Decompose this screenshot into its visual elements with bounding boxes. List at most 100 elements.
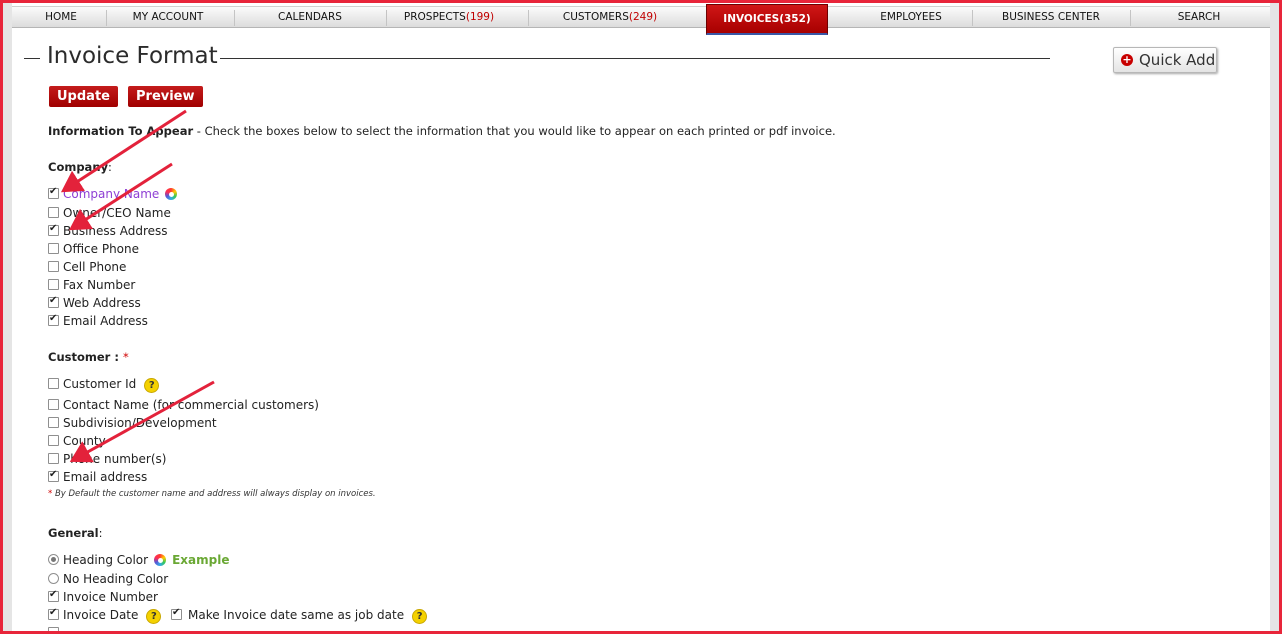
color-wheel-icon[interactable] <box>165 188 178 200</box>
page-title: Invoice Format <box>47 43 218 69</box>
nav-my-account[interactable]: MY ACCOUNT <box>133 7 204 27</box>
checkbox-label: Phone number(s) <box>63 452 167 466</box>
nav-invoices[interactable]: INVOICES(352) <box>706 4 828 35</box>
email-address-checkbox[interactable] <box>48 313 59 326</box>
nav-count-badge: (199) <box>465 11 495 23</box>
nav-label: CUSTOMERS <box>562 11 629 23</box>
nav-label: MY ACCOUNT <box>132 11 204 23</box>
nav-label: BUSINESS CENTER <box>1002 11 1100 23</box>
company-section-title: Company: <box>48 160 112 174</box>
page: HOME MY ACCOUNT CALENDARS PROSPECTS(199)… <box>12 0 1270 634</box>
checkbox-label: Owner/CEO Name <box>63 206 171 220</box>
invoice-date-checkbox[interactable] <box>48 607 59 620</box>
required-asterisk: * <box>122 350 129 364</box>
nav-label: SEARCH <box>1177 11 1221 23</box>
nav-label: PROSPECTS <box>403 11 466 23</box>
web-address-checkbox[interactable] <box>48 295 59 308</box>
company-name-label: Company Name <box>63 187 160 201</box>
nav-label: CALENDARS <box>278 11 342 23</box>
nav-search[interactable]: SEARCH <box>1178 7 1220 27</box>
radio-label: Heading Color Example <box>63 552 229 568</box>
heading-color-radio[interactable] <box>48 554 59 565</box>
main-nav: HOME MY ACCOUNT CALENDARS PROSPECTS(199)… <box>12 4 1270 35</box>
nav-separator <box>1130 10 1131 26</box>
customer-footnote: * By Default the customer name and addre… <box>48 489 376 499</box>
no-heading-color-radio[interactable] <box>48 573 59 584</box>
nav-separator <box>972 10 973 26</box>
invoice-date-label: Invoice Date <box>63 608 139 622</box>
owner-ceo-checkbox[interactable] <box>48 207 59 218</box>
checkbox-label: Subdivision/Development <box>63 416 217 430</box>
invoice-number-checkbox[interactable] <box>48 589 59 602</box>
fax-number-checkbox[interactable] <box>48 279 59 290</box>
help-icon[interactable]: ? <box>412 609 428 624</box>
radio-label: No Heading Color <box>63 572 169 586</box>
nav-separator <box>386 10 387 26</box>
section-title-text: Customer : <box>48 350 119 364</box>
nav-count-badge: (352) <box>779 13 811 25</box>
cell-phone-checkbox[interactable] <box>48 261 59 272</box>
section-title-colon: : <box>98 526 103 540</box>
title-rule-left <box>24 58 40 59</box>
subdivision-checkbox[interactable] <box>48 417 59 428</box>
checkbox-label: Invoice Number <box>63 590 158 604</box>
help-icon[interactable]: ? <box>144 378 160 393</box>
nav-prospects[interactable]: PROSPECTS(199) <box>404 7 494 27</box>
nav-label: EMPLOYEES <box>880 11 942 23</box>
same-as-job-date-checkbox[interactable] <box>171 607 182 620</box>
nav-home[interactable]: HOME <box>45 7 77 27</box>
section-title-colon: : <box>108 160 112 174</box>
customer-id-label: Customer Id <box>63 377 137 391</box>
checkbox-label: Invoice Date? <box>63 607 162 624</box>
preview-button[interactable]: Preview <box>128 86 203 107</box>
quick-add-button[interactable]: + Quick Add <box>1113 47 1217 73</box>
general-section-title: General: <box>48 526 102 540</box>
info-text: - Check the boxes below to select the in… <box>193 124 836 138</box>
nav-employees[interactable]: EMPLOYEES <box>880 7 942 27</box>
partial-checkbox[interactable] <box>48 627 59 634</box>
nav-business-center[interactable]: BUSINESS CENTER <box>1002 7 1100 27</box>
nav-separator <box>234 10 235 26</box>
nav-customers[interactable]: CUSTOMERS(249) <box>563 7 657 27</box>
company-name-checkbox[interactable] <box>48 186 59 199</box>
checkbox-label: Make Invoice date same as job date? <box>188 607 428 624</box>
help-icon[interactable]: ? <box>146 609 162 624</box>
customer-id-checkbox[interactable] <box>48 378 59 389</box>
section-title-text: Company <box>48 160 108 174</box>
contact-name-checkbox[interactable] <box>48 399 59 410</box>
heading-color-example: Example <box>172 553 230 567</box>
color-wheel-icon[interactable] <box>154 554 167 566</box>
checkbox-label: Email Address <box>63 314 148 328</box>
info-heading: Information To Appear <box>48 124 194 138</box>
nav-label: INVOICES <box>723 13 780 25</box>
checkbox-label: Contact Name (for commercial customers) <box>63 398 319 412</box>
nav-count-badge: (249) <box>628 11 658 23</box>
checkbox-label: County <box>63 434 106 448</box>
footnote-text: By Default the customer name and address… <box>52 489 376 499</box>
nav-separator <box>106 10 107 26</box>
customer-email-checkbox[interactable] <box>48 469 59 482</box>
checkbox-label: Company Name <box>63 186 178 202</box>
same-as-job-date-label: Make Invoice date same as job date <box>188 608 405 622</box>
update-button[interactable]: Update <box>49 86 118 107</box>
quick-add-label: Quick Add <box>1139 51 1216 69</box>
checkbox-label: Email address <box>63 470 148 484</box>
nav-separator <box>528 10 529 26</box>
nav-label: HOME <box>45 11 77 23</box>
nav-calendars[interactable]: CALENDARS <box>278 7 342 27</box>
county-checkbox[interactable] <box>48 435 59 446</box>
section-title-text: General <box>48 526 99 540</box>
office-phone-checkbox[interactable] <box>48 243 59 254</box>
checkbox-label: Office Phone <box>63 242 140 256</box>
phone-numbers-checkbox[interactable] <box>48 453 59 464</box>
checkbox-label: Customer Id? <box>63 376 160 393</box>
customer-section-title: Customer : * <box>48 350 129 364</box>
info-description: Information To Appear - Check the boxes … <box>48 124 836 138</box>
checkbox-label: Fax Number <box>63 278 136 292</box>
business-address-checkbox[interactable] <box>48 223 59 236</box>
checkbox-label: Cell Phone <box>63 260 127 274</box>
plus-icon: + <box>1121 53 1133 66</box>
title-rule-right <box>220 58 1050 59</box>
checkbox-label: Business Address <box>63 224 168 238</box>
checkbox-label: Web Address <box>63 296 141 310</box>
